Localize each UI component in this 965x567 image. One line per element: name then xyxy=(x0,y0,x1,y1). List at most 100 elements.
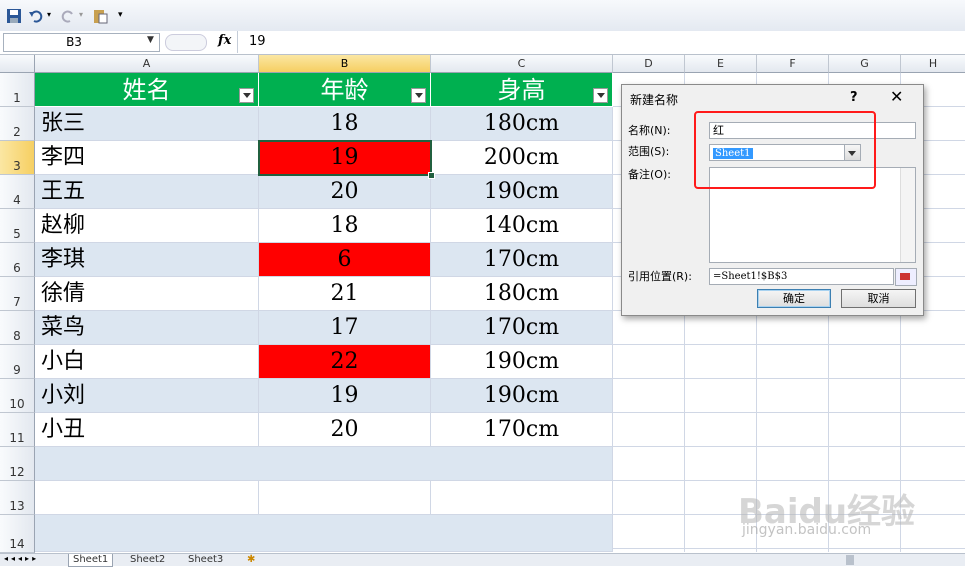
column-header-e[interactable]: E xyxy=(685,55,757,73)
scope-label: 范围(S): xyxy=(628,145,670,158)
table-cell[interactable]: 190cm xyxy=(431,379,613,413)
select-all-corner[interactable] xyxy=(0,55,35,73)
table-cell[interactable]: 李四 xyxy=(35,141,259,175)
filter-dropdown-icon[interactable] xyxy=(239,88,254,103)
table-cell[interactable]: 18 xyxy=(259,107,431,141)
formula-separator xyxy=(237,31,238,53)
table-cell[interactable]: 180cm xyxy=(431,277,613,311)
dialog-title: 新建名称 xyxy=(630,93,679,107)
sheet-tab-2[interactable]: Sheet2 xyxy=(126,554,169,566)
customize-toolbar-icon[interactable]: ▾ xyxy=(118,10,123,20)
sheet-tab-1[interactable]: Sheet1 xyxy=(68,554,114,567)
table-cell[interactable]: 张三 xyxy=(35,107,259,141)
insert-function-icon[interactable]: fx xyxy=(218,33,231,48)
column-header-d[interactable]: D xyxy=(613,55,685,73)
formula-resize-handle[interactable] xyxy=(165,34,207,51)
empty-cell[interactable] xyxy=(431,481,613,515)
column-header-c[interactable]: C xyxy=(431,55,613,73)
undo-dropdown-icon[interactable]: ▾ xyxy=(47,10,51,19)
name-box-dropdown-icon[interactable]: ▼ xyxy=(147,35,154,45)
table-cell[interactable]: 小刘 xyxy=(35,379,259,413)
table-cell[interactable]: 王五 xyxy=(35,175,259,209)
row-header-9[interactable]: 9 xyxy=(0,345,35,379)
filter-dropdown-icon[interactable] xyxy=(593,88,608,103)
formula-input[interactable]: 19 xyxy=(249,34,266,49)
empty-row-12[interactable] xyxy=(35,447,613,481)
comment-scrollbar[interactable] xyxy=(900,168,915,262)
header-cell-height[interactable]: 身高 xyxy=(431,73,613,107)
close-icon[interactable]: ✕ xyxy=(890,87,903,106)
column-header-f[interactable]: F xyxy=(757,55,829,73)
quick-access-toolbar: ▾ ▾ ▾ xyxy=(0,0,965,32)
table-cell[interactable]: 6 xyxy=(259,243,431,277)
table-cell[interactable]: 190cm xyxy=(431,175,613,209)
horizontal-scrollbar-thumb[interactable] xyxy=(846,555,854,565)
ok-button[interactable]: 确定 xyxy=(757,289,831,308)
sheet-tab-3[interactable]: Sheet3 xyxy=(184,554,227,566)
redo-dropdown-icon[interactable]: ▾ xyxy=(79,10,83,19)
name-box[interactable]: B3 xyxy=(3,33,160,52)
save-icon[interactable] xyxy=(6,8,22,24)
undo-icon[interactable] xyxy=(28,8,44,24)
table-cell[interactable]: 17 xyxy=(259,311,431,345)
table-cell[interactable]: 小丑 xyxy=(35,413,259,447)
row-header-11[interactable]: 11 xyxy=(0,413,35,447)
cancel-button[interactable]: 取消 xyxy=(841,289,916,308)
empty-cell[interactable] xyxy=(259,481,431,515)
help-button[interactable]: ? xyxy=(850,90,858,105)
watermark-url: jingyan.baidu.com xyxy=(742,522,872,538)
table-cell[interactable]: 菜鸟 xyxy=(35,311,259,345)
row-header-6[interactable]: 6 xyxy=(0,243,35,277)
table-cell[interactable]: 170cm xyxy=(431,311,613,345)
row-header-1[interactable]: 1 xyxy=(0,73,35,107)
collapse-dialog-icon[interactable] xyxy=(895,268,917,286)
row-header-14[interactable]: 14 xyxy=(0,515,35,553)
paste-icon[interactable] xyxy=(92,8,108,24)
table-cell[interactable]: 李琪 xyxy=(35,243,259,277)
row-header-13[interactable]: 13 xyxy=(0,481,35,515)
ref-field[interactable]: =Sheet1!$B$3 xyxy=(709,268,894,285)
column-header-g[interactable]: G xyxy=(829,55,901,73)
table-cell[interactable]: 徐倩 xyxy=(35,277,259,311)
table-cell[interactable]: 21 xyxy=(259,277,431,311)
comment-label: 备注(O): xyxy=(628,168,671,181)
table-cell[interactable]: 140cm xyxy=(431,209,613,243)
table-cell[interactable]: 19 xyxy=(259,379,431,413)
column-header-h[interactable]: H xyxy=(901,55,965,73)
row-header-12[interactable]: 12 xyxy=(0,447,35,481)
formula-bar: B3 ▼ fx 19 xyxy=(0,31,965,55)
row-header-2[interactable]: 2 xyxy=(0,107,35,141)
name-label: 名称(N): xyxy=(628,124,671,137)
header-cell-name[interactable]: 姓名 xyxy=(35,73,259,107)
fill-handle[interactable] xyxy=(428,172,435,179)
row-header-7[interactable]: 7 xyxy=(0,277,35,311)
redo-icon[interactable] xyxy=(60,8,76,24)
active-cell-border xyxy=(258,140,432,176)
table-cell[interactable]: 180cm xyxy=(431,107,613,141)
table-cell[interactable]: 18 xyxy=(259,209,431,243)
table-cell[interactable]: 200cm xyxy=(431,141,613,175)
row-header-8[interactable]: 8 xyxy=(0,311,35,345)
empty-row-14[interactable] xyxy=(35,515,613,552)
row-header-5[interactable]: 5 xyxy=(0,209,35,243)
table-cell[interactable]: 20 xyxy=(259,413,431,447)
empty-cell[interactable] xyxy=(35,481,259,515)
table-cell[interactable]: 22 xyxy=(259,345,431,379)
table-cell[interactable]: 190cm xyxy=(431,345,613,379)
ref-label: 引用位置(R): xyxy=(628,270,692,283)
header-cell-age[interactable]: 年龄 xyxy=(259,73,431,107)
insert-sheet-icon[interactable]: ✱ xyxy=(243,554,259,566)
table-cell[interactable]: 小白 xyxy=(35,345,259,379)
sheet-nav-icon[interactable]: ◂◂◂▸▸ xyxy=(4,554,39,563)
highlight-annotation xyxy=(694,111,876,189)
row-header-4[interactable]: 4 xyxy=(0,175,35,209)
table-cell[interactable]: 20 xyxy=(259,175,431,209)
table-cell[interactable]: 170cm xyxy=(431,413,613,447)
table-cell[interactable]: 赵柳 xyxy=(35,209,259,243)
column-header-a[interactable]: A xyxy=(35,55,259,73)
row-header-3[interactable]: 3 xyxy=(0,141,35,175)
table-cell[interactable]: 170cm xyxy=(431,243,613,277)
column-header-b[interactable]: B xyxy=(259,55,431,73)
row-header-10[interactable]: 10 xyxy=(0,379,35,413)
filter-dropdown-icon[interactable] xyxy=(411,88,426,103)
